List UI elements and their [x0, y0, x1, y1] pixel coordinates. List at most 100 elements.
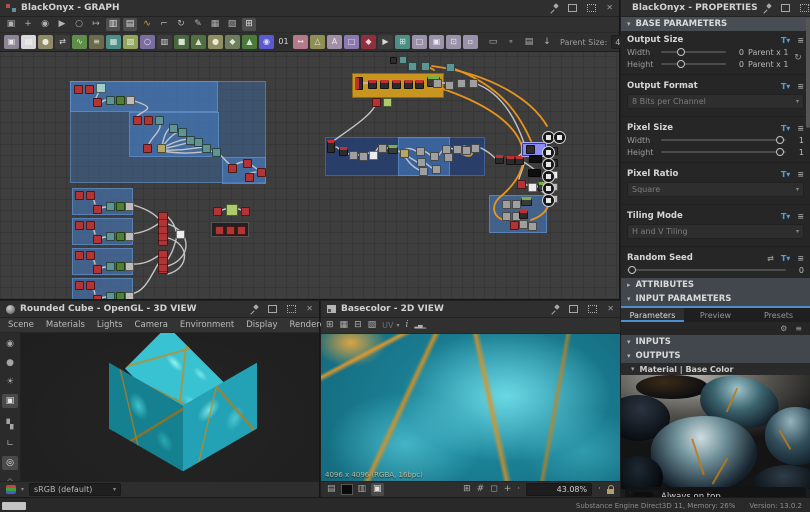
graph-node[interactable]: [116, 292, 125, 299]
menu-scene[interactable]: Scene: [8, 320, 34, 330]
graph-node[interactable]: [368, 80, 377, 89]
pin-icon[interactable]: [551, 305, 559, 313]
graph-node[interactable]: [502, 200, 511, 209]
move-tool-icon[interactable]: +: [21, 18, 35, 31]
grayscale-node-icon[interactable]: ▥: [157, 35, 172, 49]
graph-node[interactable]: [515, 156, 524, 165]
parameter-menu-icon[interactable]: ≡: [797, 36, 804, 45]
expose-parameter-icon[interactable]: T▾: [781, 254, 790, 263]
graph-node[interactable]: [106, 292, 115, 299]
colorspace-icon[interactable]: ▤: [327, 483, 336, 496]
graph-node[interactable]: [369, 151, 378, 160]
colorspace-dropdown[interactable]: sRGB (default)▾: [29, 483, 121, 496]
tab-preview[interactable]: Preview: [684, 308, 747, 322]
menu-display[interactable]: Display: [246, 320, 277, 330]
graph-node[interactable]: [215, 226, 224, 235]
sync-size-icon[interactable]: ↻: [792, 53, 804, 63]
graph-node[interactable]: [517, 180, 526, 189]
graph-node[interactable]: [419, 167, 428, 176]
distance-node-icon[interactable]: ▦: [106, 35, 121, 49]
pixel-processor-node-icon[interactable]: ▲: [242, 35, 257, 49]
graph-node[interactable]: [421, 62, 430, 71]
transform-node-icon[interactable]: ↔: [293, 35, 308, 49]
graph-node[interactable]: [521, 197, 532, 206]
warp-node-icon[interactable]: △: [310, 35, 325, 49]
graph-node[interactable]: [392, 80, 401, 89]
section-outputs[interactable]: ▾OUTPUTS: [621, 349, 810, 363]
elbow-links-icon[interactable]: ⌐: [157, 18, 171, 31]
graph-node[interactable]: [75, 281, 84, 290]
graph-node[interactable]: [93, 98, 102, 107]
parameter-menu-icon[interactable]: ≡: [797, 254, 804, 263]
graph-node[interactable]: [510, 221, 519, 230]
graph-node[interactable]: [106, 96, 115, 105]
gradient-node-icon[interactable]: ○: [140, 35, 155, 49]
float-window-icon[interactable]: [568, 4, 577, 12]
material-node-icon[interactable]: ◆: [361, 35, 376, 49]
graph-node[interactable]: [390, 57, 397, 64]
channel-shuffle-node-icon[interactable]: ⇄: [55, 35, 70, 49]
link-color-icon[interactable]: ∿: [140, 18, 154, 31]
graph-node[interactable]: [158, 250, 168, 274]
graph-node[interactable]: [85, 85, 94, 94]
height-slider[interactable]: [661, 63, 726, 65]
graph-node[interactable]: [157, 144, 166, 153]
graph-node[interactable]: [241, 207, 250, 216]
graph-node[interactable]: [93, 235, 102, 244]
frame-a-node-icon[interactable]: □: [412, 35, 427, 49]
export-image-icon[interactable]: ▧: [368, 319, 377, 332]
graph-node[interactable]: [415, 80, 424, 89]
graph-node[interactable]: [257, 168, 266, 177]
tab-presets[interactable]: Presets: [747, 308, 810, 322]
width-slider[interactable]: [661, 51, 726, 53]
screenshot-icon[interactable]: ◉: [38, 18, 52, 31]
grid-snap-icon[interactable]: ⊞: [242, 18, 256, 31]
maximize-icon[interactable]: [587, 4, 596, 12]
view2d-viewport[interactable]: 4096 x 4096 (RGBA, 16bpc): [321, 334, 620, 481]
parameter-menu-icon[interactable]: ≡: [797, 124, 804, 133]
channels-icon[interactable]: ▥: [358, 483, 367, 496]
graph-node[interactable]: [519, 210, 528, 219]
output-node-badge[interactable]: [542, 194, 555, 207]
expose-parameter-icon[interactable]: T▾: [781, 212, 790, 221]
graph-node[interactable]: [106, 262, 115, 271]
menu-materials[interactable]: Materials: [46, 320, 85, 330]
slider-handle[interactable]: [628, 266, 636, 274]
image-filter-icon[interactable]: ▣: [371, 483, 384, 496]
graph-node[interactable]: [86, 191, 95, 200]
graph-node[interactable]: [404, 80, 413, 89]
display-frame-icon[interactable]: ▣: [2, 394, 18, 408]
close-icon[interactable]: ✕: [306, 305, 313, 313]
info-icon[interactable]: i: [405, 319, 408, 332]
graph-node[interactable]: [176, 230, 185, 239]
gear-icon[interactable]: ⚙: [780, 324, 787, 333]
frame-all-icon[interactable]: ▣: [4, 18, 18, 31]
expose-parameter-icon[interactable]: T▾: [781, 170, 790, 179]
graph-node[interactable]: [143, 144, 152, 153]
graph-node[interactable]: [519, 220, 528, 229]
graph-node[interactable]: [126, 96, 135, 105]
maximize-icon[interactable]: [800, 4, 809, 12]
graph-node[interactable]: [378, 144, 387, 153]
zoom-tool-icon[interactable]: ○: [72, 18, 86, 31]
emboss-node-icon[interactable]: ▨: [123, 35, 138, 49]
graph-node[interactable]: [226, 226, 235, 235]
menu-lights[interactable]: Lights: [97, 320, 123, 330]
section-attributes[interactable]: ▸ATTRIBUTES: [621, 278, 810, 292]
output-material-base-color[interactable]: ▾ Material | Base Color: [621, 363, 810, 375]
pixel-ratio-dropdown[interactable]: Square▾: [627, 182, 804, 197]
graph-node[interactable]: [245, 173, 254, 182]
graph-node[interactable]: [400, 149, 409, 158]
copy-image-icon[interactable]: ⊟: [354, 319, 362, 332]
parameter-menu-icon[interactable]: ≡: [797, 82, 804, 91]
axes-icon[interactable]: ∟: [2, 437, 18, 451]
graph-node[interactable]: [243, 159, 252, 168]
graph-node[interactable]: [339, 147, 348, 156]
comment-icon[interactable]: ▭: [486, 36, 500, 49]
node-view-icon[interactable]: ▥: [106, 18, 120, 31]
graph-node[interactable]: [445, 81, 454, 90]
graph-node[interactable]: [349, 151, 358, 160]
graph-node[interactable]: [93, 205, 102, 214]
save-image-icon[interactable]: ▦: [340, 319, 349, 332]
graph-node[interactable]: [529, 155, 542, 163]
